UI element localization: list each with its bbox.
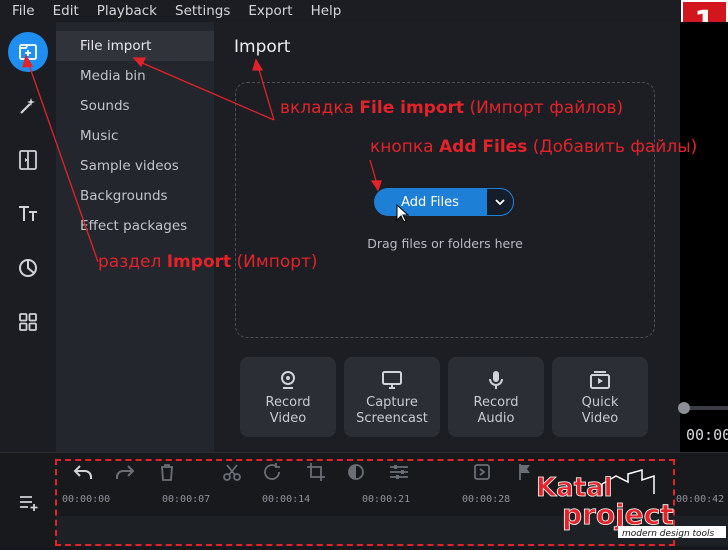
annotation-tab: вкладка File import (Импорт файлов) [280,98,624,118]
svg-text:modern design tools: modern design tools [622,529,715,539]
annotation-button: кнопка Add Files (Добавить файлы) [370,137,698,157]
annotation-section: раздел Import (Импорт) [98,252,318,272]
annotation-arrows [22,54,382,263]
katalproject-logo: Katal project modern design tools [532,466,728,546]
